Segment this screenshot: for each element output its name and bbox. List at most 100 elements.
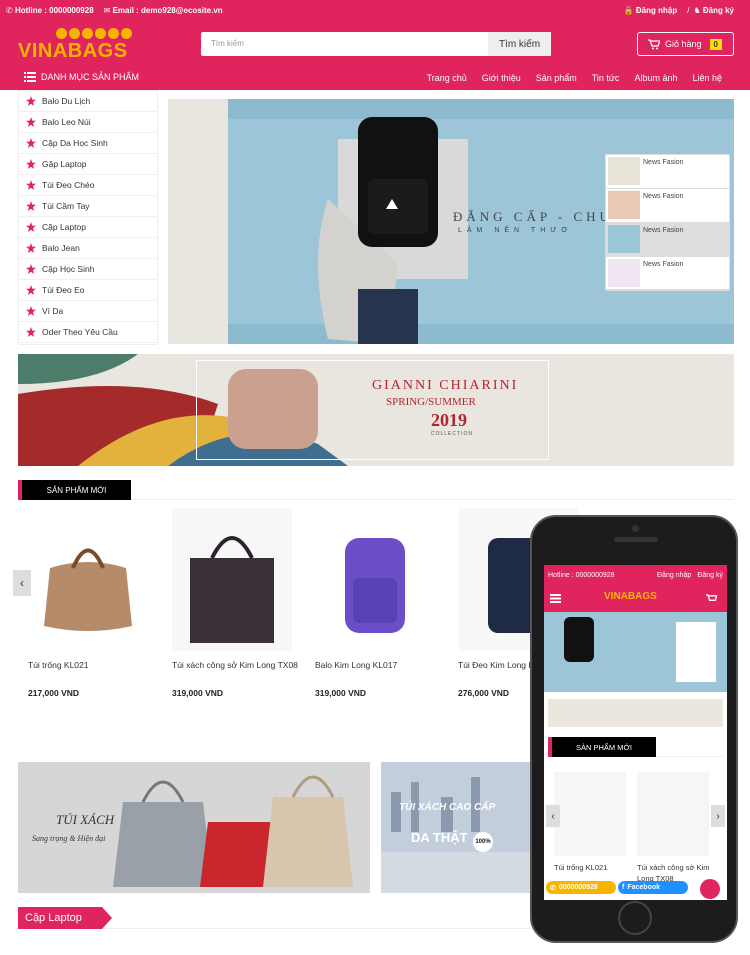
top-bar: ✆ Hotline : 0000000928 ✉ Email : demo928…: [0, 0, 750, 20]
menu-item-about[interactable]: Giới thiệu: [482, 73, 521, 83]
category-menu-toggle[interactable]: DANH MỤC SẢN PHẨM: [24, 72, 139, 82]
phone-banner[interactable]: [548, 699, 723, 727]
product-price: 319,000 VND: [315, 688, 367, 698]
thumb-title: News Fasion: [643, 261, 684, 268]
phone-icon: ✆: [550, 884, 556, 892]
phone-login[interactable]: Đăng nhập: [657, 572, 691, 579]
sidebar-item[interactable]: Cặp Học Sinh: [19, 259, 157, 280]
sidebar-item[interactable]: Balo Leo Núi: [19, 112, 157, 133]
star-icon: [26, 306, 36, 316]
sidebar-item[interactable]: Balo Du Lịch: [19, 91, 157, 112]
phone-prev-button[interactable]: ‹: [546, 805, 560, 827]
sidebar-item-label: Cặp Laptop: [42, 222, 86, 232]
search-button[interactable]: Tìm kiếm: [488, 32, 551, 56]
menu-item-home[interactable]: Trang chủ: [427, 73, 467, 83]
star-icon: [26, 264, 36, 274]
product-name: Túi trống KL021: [28, 660, 89, 670]
thumb-title: News Fasion: [643, 159, 684, 166]
promo-banner-handbags[interactable]: TÚI XÁCH Sang trọng & Hiện đại: [18, 762, 370, 893]
sidebar-item[interactable]: Cặp Da Học Sinh: [19, 133, 157, 154]
banner-subtitle: DA THẬT: [411, 830, 468, 845]
phone-section-title: SẢN PHẨM MỚI: [548, 737, 656, 757]
sidebar-item-label: Balo Leo Núi: [42, 117, 91, 127]
slider-thumb[interactable]: News Fasion: [606, 223, 729, 257]
sidebar-item[interactable]: Túi Đeo Eo: [19, 280, 157, 301]
cart-label: Giỏ hàng: [665, 39, 702, 49]
logo-dots-icon: [56, 28, 132, 39]
sidebar-item[interactable]: Túi Đeo Chéo: [19, 175, 157, 196]
phone-screen: Hotline : 0000000928 Đăng nhập Đăng ký V…: [544, 565, 727, 900]
facebook-label: Facebook: [627, 884, 661, 891]
cart-count: 0: [709, 38, 722, 50]
carousel-prev-button[interactable]: ‹: [13, 570, 31, 596]
sidebar-item[interactable]: Oder Theo Yêu Cầu: [19, 322, 157, 343]
title-arrow: [102, 907, 112, 929]
slider-thumbnails: News Fasion News Fasion News Fasion News…: [605, 154, 730, 291]
nav-bar: DANH MỤC SẢN PHẨM Trang chủ Giới thiệu S…: [0, 68, 750, 90]
register-link[interactable]: ♞ Đăng ký: [693, 6, 734, 15]
star-icon: [26, 138, 36, 148]
logo[interactable]: VINABAGS: [18, 28, 132, 64]
star-icon: [26, 243, 36, 253]
phone-hotline: Hotline : 0000000928: [548, 572, 615, 579]
home-button: [618, 901, 652, 935]
cart-icon[interactable]: [706, 594, 717, 604]
sidebar-item[interactable]: Balo Jean: [19, 238, 157, 259]
product-image: [554, 772, 626, 856]
sidebar-item[interactable]: Gặp Laptop: [19, 154, 157, 175]
thumb-title: News Fasion: [643, 227, 684, 234]
product-name: Túi xách công sở Kim Long TX08: [172, 660, 298, 670]
slide-subslogan: LÀM NÊN THƯƠ: [458, 227, 573, 234]
phone-slider[interactable]: [544, 612, 727, 692]
banner-subtitle: Sang trọng & Hiện đại: [32, 834, 106, 843]
menu-icon[interactable]: [550, 594, 561, 603]
login-link[interactable]: 🔒 Đăng nhập: [624, 6, 678, 15]
category-title[interactable]: Cặp Laptop: [18, 907, 102, 929]
model-with-backpack-image: [318, 117, 468, 344]
slide-background: [168, 99, 228, 344]
promo-banner-leather[interactable]: TÚI XÁCH CAO CẤP DA THẬT 100%: [381, 762, 531, 893]
sidebar-item-label: Cặp Học Sinh: [42, 264, 95, 274]
sidebar-item[interactable]: Túi Cầm Tay: [19, 196, 157, 217]
messenger-icon[interactable]: [700, 879, 720, 899]
city-skyline-image: [381, 762, 531, 893]
sidebar-item[interactable]: Cặp Laptop: [19, 217, 157, 238]
cart-button[interactable]: Giỏ hàng 0: [637, 32, 734, 56]
banner-year: 2019: [431, 410, 467, 430]
chevron-left-icon: ‹: [20, 576, 24, 590]
sidebar-item-label: Cặp Da Học Sinh: [42, 138, 108, 148]
product-image: [315, 508, 435, 651]
slider-thumb[interactable]: News Fasion: [606, 257, 729, 291]
facebook-button[interactable]: f Facebook: [618, 881, 688, 894]
slider-thumb[interactable]: News Fasion: [606, 155, 729, 189]
sidebar-item[interactable]: Ví Da: [19, 301, 157, 322]
phone-topbar: Hotline : 0000000928 Đăng nhập Đăng ký: [544, 565, 727, 586]
banner-collection: COLLECTION: [431, 431, 473, 437]
sidebar-item-label: Gặp Laptop: [42, 159, 87, 169]
hotline-number: 0000000928: [558, 884, 598, 891]
sidebar-item-label: Balo Jean: [42, 243, 80, 253]
menu-item-album[interactable]: Album ảnh: [634, 73, 677, 83]
menu-item-contact[interactable]: Liên hệ: [692, 73, 722, 83]
sidebar-item-label: Túi Cầm Tay: [42, 201, 90, 211]
menu-item-news[interactable]: Tin tức: [592, 73, 620, 83]
phone-mockup: Hotline : 0000000928 Đăng nhập Đăng ký V…: [530, 515, 738, 943]
promo-banner-gianni[interactable]: GIANNI CHIARINI SPRING/SUMMER 2019 COLLE…: [18, 354, 734, 466]
phone-register[interactable]: Đăng ký: [697, 572, 723, 579]
star-icon: [26, 285, 36, 295]
star-icon: [26, 222, 36, 232]
list-icon: [24, 72, 36, 82]
phone-next-button[interactable]: ›: [711, 805, 725, 827]
sidebar-item-label: Ví Da: [42, 306, 64, 316]
banner-title: TÚI XÁCH: [56, 812, 115, 827]
slider-thumb[interactable]: News Fasion: [606, 189, 729, 223]
search-input[interactable]: Tìm kiếm: [211, 39, 244, 48]
star-icon: [26, 327, 36, 337]
product-name: Túi trống KL021: [554, 863, 608, 872]
header: VINABAGS Tìm kiếm Tìm kiếm Giỏ hàng 0: [0, 20, 750, 68]
logo-text: VINABAGS: [18, 40, 128, 62]
sidebar-item-label: Túi Đeo Chéo: [42, 180, 95, 190]
phone-hotline-button[interactable]: ✆ 0000000928: [546, 881, 616, 894]
phone-logo[interactable]: VINABAGS: [604, 591, 657, 602]
menu-item-products[interactable]: Sản phẩm: [536, 73, 577, 83]
